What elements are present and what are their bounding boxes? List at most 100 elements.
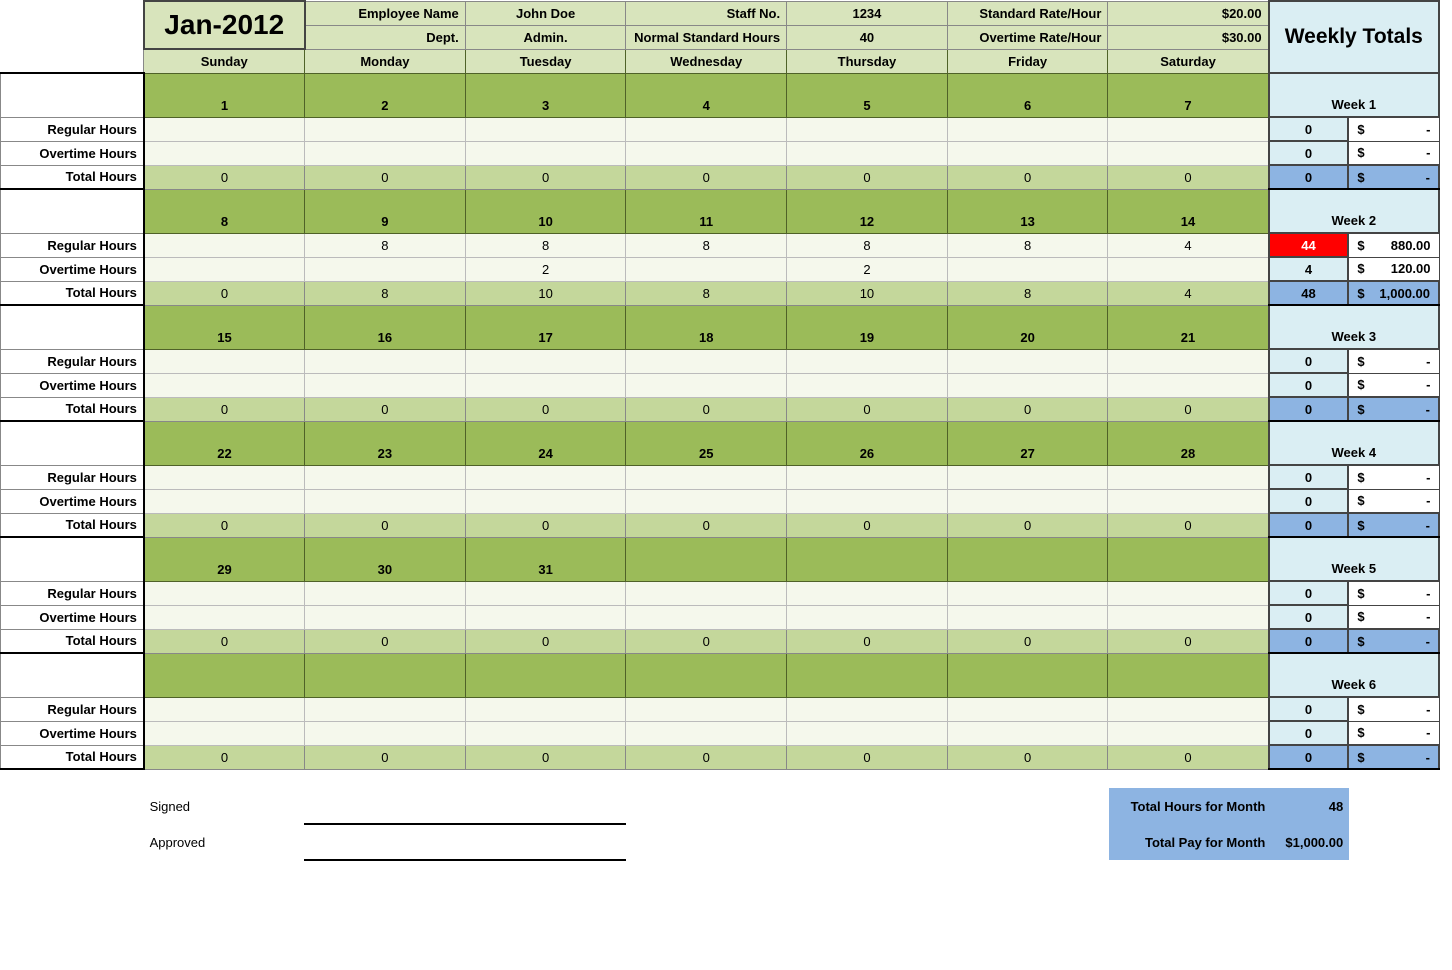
- overtime-hours-cell[interactable]: [947, 257, 1108, 281]
- week-total-hours: 0: [1269, 745, 1349, 769]
- regular-hours-cell[interactable]: [144, 117, 305, 141]
- regular-hours-cell[interactable]: [144, 581, 305, 605]
- overtime-hours-cell[interactable]: [626, 489, 787, 513]
- overtime-hours-cell[interactable]: [144, 605, 305, 629]
- overtime-hours-cell[interactable]: [465, 605, 626, 629]
- std-hours-value[interactable]: 40: [787, 25, 948, 49]
- overtime-hours-cell[interactable]: [787, 373, 948, 397]
- overtime-hours-cell[interactable]: [144, 141, 305, 165]
- regular-hours-cell[interactable]: [626, 117, 787, 141]
- overtime-hours-cell[interactable]: [1108, 141, 1269, 165]
- regular-hours-cell[interactable]: [1108, 581, 1269, 605]
- overtime-hours-cell[interactable]: [144, 721, 305, 745]
- regular-hours-cell[interactable]: 8: [305, 233, 466, 257]
- regular-hours-cell[interactable]: [787, 117, 948, 141]
- signed-line[interactable]: [465, 788, 626, 824]
- overtime-hours-cell[interactable]: [1108, 489, 1269, 513]
- regular-hours-cell[interactable]: [1108, 117, 1269, 141]
- week-label: Week 5: [1269, 537, 1439, 581]
- regular-hours-cell[interactable]: [465, 117, 626, 141]
- overtime-hours-cell[interactable]: [947, 605, 1108, 629]
- regular-hours-cell[interactable]: [1108, 349, 1269, 373]
- overtime-hours-cell[interactable]: [144, 489, 305, 513]
- ot-rate-value[interactable]: $30.00: [1108, 25, 1269, 49]
- regular-hours-cell[interactable]: [947, 697, 1108, 721]
- overtime-hours-cell[interactable]: 2: [465, 257, 626, 281]
- std-rate-value[interactable]: $20.00: [1108, 1, 1269, 25]
- overtime-hours-cell[interactable]: [626, 721, 787, 745]
- regular-hours-cell[interactable]: [626, 465, 787, 489]
- approved-line[interactable]: [304, 824, 465, 860]
- overtime-hours-cell[interactable]: [1108, 721, 1269, 745]
- regular-hours-cell[interactable]: [787, 581, 948, 605]
- regular-hours-cell[interactable]: 8: [465, 233, 626, 257]
- regular-hours-cell[interactable]: [626, 349, 787, 373]
- overtime-hours-cell[interactable]: [947, 489, 1108, 513]
- overtime-hours-cell[interactable]: [465, 141, 626, 165]
- regular-hours-cell[interactable]: [305, 117, 466, 141]
- overtime-hours-cell[interactable]: [465, 373, 626, 397]
- overtime-hours-cell[interactable]: [787, 489, 948, 513]
- regular-hours-cell[interactable]: [465, 697, 626, 721]
- overtime-hours-cell[interactable]: [787, 141, 948, 165]
- total-hours-cell: 0: [626, 745, 787, 769]
- staff-no-value[interactable]: 1234: [787, 1, 948, 25]
- regular-hours-cell[interactable]: [947, 117, 1108, 141]
- regular-hours-cell[interactable]: [626, 697, 787, 721]
- overtime-hours-cell[interactable]: [305, 257, 466, 281]
- overtime-hours-cell[interactable]: [1108, 257, 1269, 281]
- regular-hours-cell[interactable]: 8: [947, 233, 1108, 257]
- regular-hours-cell[interactable]: [465, 465, 626, 489]
- regular-hours-cell[interactable]: [305, 697, 466, 721]
- overtime-hours-cell[interactable]: [305, 721, 466, 745]
- regular-hours-cell[interactable]: [305, 349, 466, 373]
- regular-hours-cell[interactable]: [626, 581, 787, 605]
- overtime-hours-cell[interactable]: [305, 605, 466, 629]
- regular-hours-cell[interactable]: [144, 697, 305, 721]
- signed-line[interactable]: [304, 788, 465, 824]
- regular-hours-cell[interactable]: [787, 697, 948, 721]
- overtime-hours-cell[interactable]: [465, 721, 626, 745]
- regular-hours-cell[interactable]: 4: [1108, 233, 1269, 257]
- regular-hours-cell[interactable]: [144, 233, 305, 257]
- regular-hours-cell[interactable]: [144, 349, 305, 373]
- overtime-hours-cell[interactable]: [947, 721, 1108, 745]
- overtime-hours-cell[interactable]: [787, 721, 948, 745]
- regular-hours-cell[interactable]: [947, 581, 1108, 605]
- overtime-hours-cell[interactable]: [305, 373, 466, 397]
- overtime-hours-cell[interactable]: [947, 141, 1108, 165]
- regular-hours-cell[interactable]: [787, 349, 948, 373]
- overtime-hours-cell[interactable]: [1108, 373, 1269, 397]
- regular-hours-cell[interactable]: [1108, 465, 1269, 489]
- overtime-hours-cell[interactable]: [1108, 605, 1269, 629]
- emp-name-value[interactable]: John Doe: [465, 1, 626, 25]
- regular-hours-cell[interactable]: [305, 465, 466, 489]
- overtime-hours-cell[interactable]: [305, 489, 466, 513]
- overtime-hours-cell[interactable]: [626, 605, 787, 629]
- regular-hours-cell[interactable]: [947, 349, 1108, 373]
- regular-hours-cell[interactable]: [305, 581, 466, 605]
- regular-hours-cell[interactable]: 8: [626, 233, 787, 257]
- regular-hours-cell[interactable]: [787, 465, 948, 489]
- overtime-hours-cell[interactable]: [626, 141, 787, 165]
- overtime-hours-cell[interactable]: [144, 257, 305, 281]
- approved-line[interactable]: [465, 824, 626, 860]
- regular-hours-cell[interactable]: 8: [787, 233, 948, 257]
- regular-hours-cell[interactable]: [1108, 697, 1269, 721]
- regular-hours-cell[interactable]: [465, 349, 626, 373]
- overtime-hours-cell[interactable]: [787, 605, 948, 629]
- total-hours-label: Total Hours: [1, 513, 144, 537]
- overtime-hours-cell[interactable]: [626, 373, 787, 397]
- overtime-hours-cell[interactable]: [465, 489, 626, 513]
- dept-value[interactable]: Admin.: [465, 25, 626, 49]
- overtime-hours-cell[interactable]: [626, 257, 787, 281]
- regular-hours-cell[interactable]: [947, 465, 1108, 489]
- regular-hours-cell[interactable]: [144, 465, 305, 489]
- date-cell: 15: [144, 305, 305, 349]
- overtime-hours-cell[interactable]: [305, 141, 466, 165]
- overtime-hours-cell[interactable]: 2: [787, 257, 948, 281]
- overtime-hours-label: Overtime Hours: [1, 489, 144, 513]
- overtime-hours-cell[interactable]: [144, 373, 305, 397]
- overtime-hours-cell[interactable]: [947, 373, 1108, 397]
- regular-hours-cell[interactable]: [465, 581, 626, 605]
